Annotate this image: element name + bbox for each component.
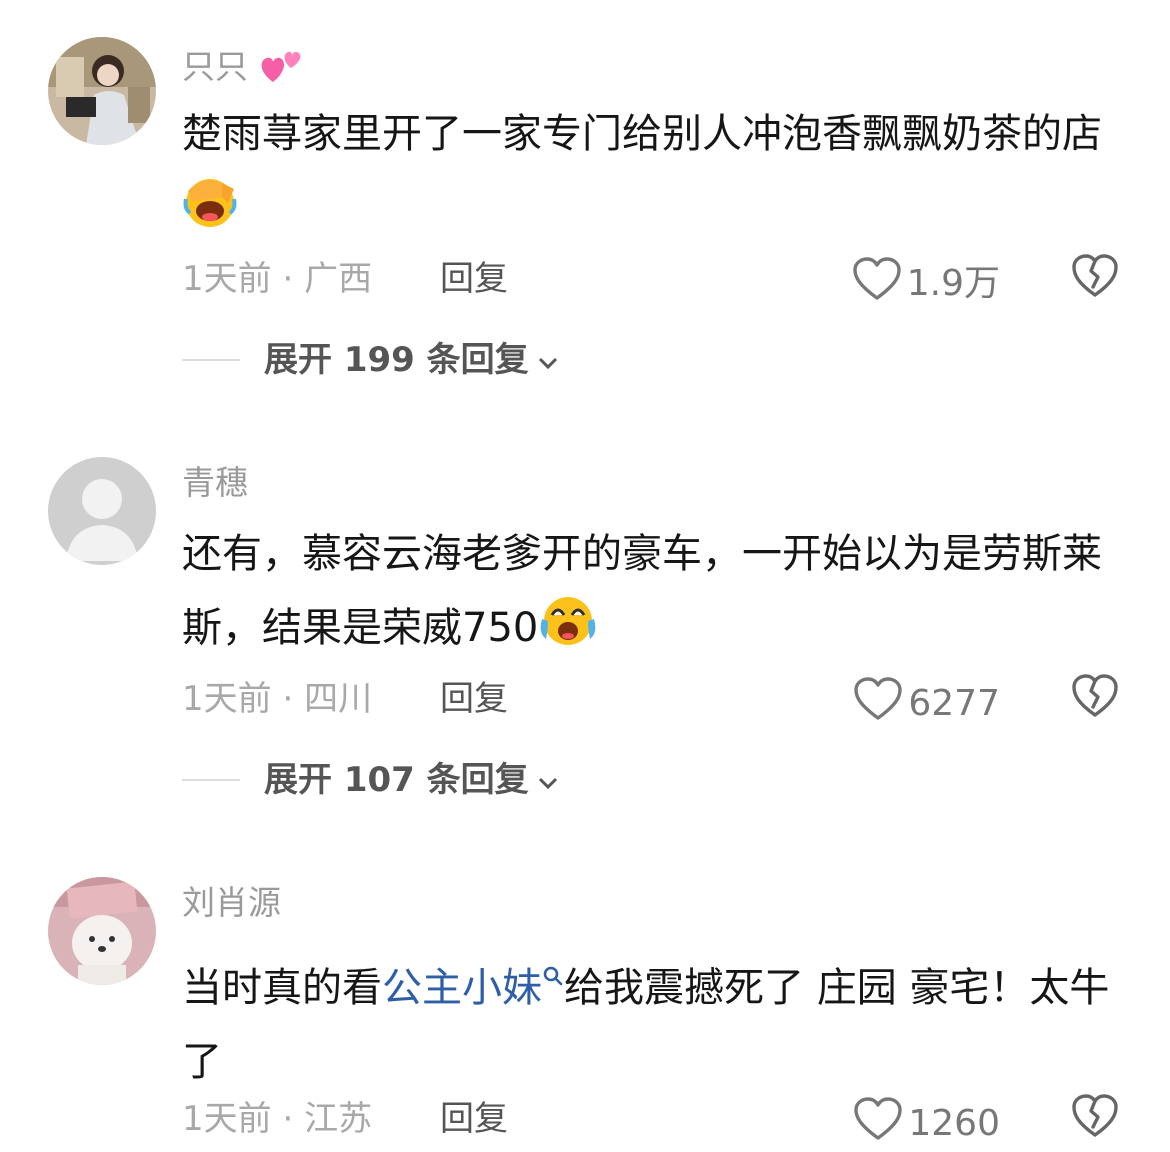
search-link[interactable]: 公主小妹: [382, 965, 564, 1011]
chevron-down-icon: [537, 340, 559, 380]
like-button[interactable]: 1260: [854, 1097, 1000, 1150]
reply-button[interactable]: 回复: [440, 259, 508, 299]
dislike-button[interactable]: [1072, 253, 1118, 299]
avatar[interactable]: [48, 457, 156, 565]
reply-button[interactable]: 回复: [440, 1099, 508, 1139]
broken-heart-icon: [1072, 254, 1118, 303]
two-hearts-icon: [259, 46, 305, 95]
username[interactable]: 青穗: [182, 463, 248, 503]
dislike-button[interactable]: [1072, 673, 1118, 719]
chevron-down-icon: [537, 760, 559, 800]
comment-text: 楚雨荨家里开了一家专门给别人冲泡香飘飘奶茶的店: [182, 97, 1122, 253]
comment-meta: 1天前 · 广西: [182, 259, 373, 299]
like-count: 1260: [908, 1102, 1000, 1144]
divider: [182, 359, 240, 361]
like-button[interactable]: 6277: [854, 677, 1000, 730]
search-icon: [542, 937, 564, 1011]
crying-laughing-emoji-icon: [538, 593, 598, 673]
heart-icon: [853, 257, 901, 310]
expand-replies-button[interactable]: 展开 107 条回复: [182, 760, 559, 800]
heart-icon: [854, 677, 903, 730]
dislike-button[interactable]: [1072, 1093, 1118, 1139]
comment-meta: 1天前 · 四川: [182, 679, 373, 719]
broken-heart-icon: [1072, 1094, 1118, 1143]
comment-text: 还有，慕容云海老爹开的豪车，一开始以为是劳斯莱斯，结果是荣威750: [182, 517, 1122, 673]
reply-button[interactable]: 回复: [440, 679, 508, 719]
like-count: 6277: [908, 682, 1000, 724]
avatar[interactable]: [48, 877, 156, 985]
like-count: 1.9万: [906, 262, 1000, 304]
comment-meta: 1天前 · 江苏: [182, 1099, 373, 1139]
divider: [182, 779, 240, 781]
username[interactable]: 刘肖源: [182, 883, 281, 923]
like-button[interactable]: 1.9万: [853, 257, 1000, 310]
expand-replies-button[interactable]: 展开 199 条回复: [182, 340, 559, 380]
heart-icon: [854, 1097, 903, 1150]
facepalm-laugh-emoji-icon: [182, 173, 238, 253]
comment-text: 当时真的看公主小妹 给我震撼死了 庄园 豪宅！太牛了: [182, 937, 1122, 1099]
username[interactable]: 只只: [182, 46, 305, 95]
avatar[interactable]: [48, 37, 156, 145]
broken-heart-icon: [1072, 674, 1118, 723]
